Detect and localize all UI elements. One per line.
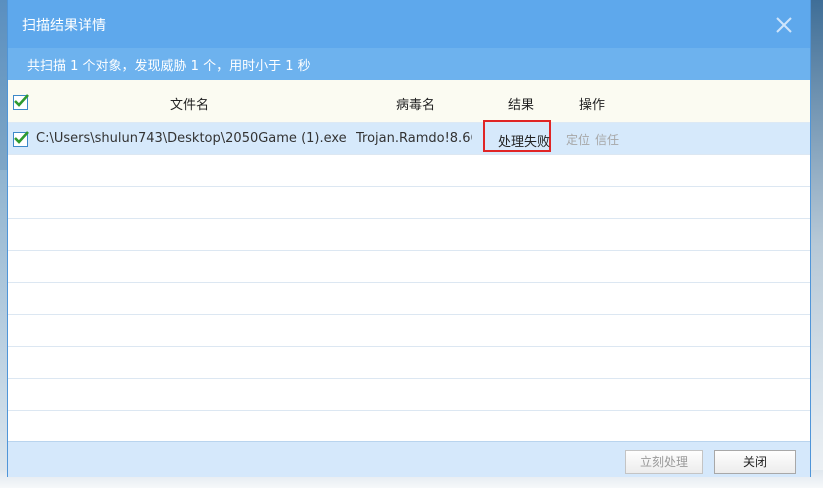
empty-row: [8, 155, 810, 187]
empty-row: [8, 315, 810, 347]
background-ice-right: [809, 0, 823, 488]
scan-result-dialog: 扫描结果详情 共扫描 1 个对象，发现威胁 1 个，用时小于 1 秒 文件名 病…: [8, 0, 810, 477]
empty-row: [8, 347, 810, 379]
close-button[interactable]: 关闭: [714, 450, 796, 474]
trust-link[interactable]: 信任: [595, 131, 619, 148]
column-filename[interactable]: 文件名: [170, 94, 209, 113]
table-row[interactable]: C:\Users\shulun743\Desktop\2050Game (1).…: [8, 120, 810, 155]
empty-row: [8, 411, 810, 442]
locate-link[interactable]: 定位: [566, 131, 590, 148]
table-header: 文件名 病毒名 结果 操作: [8, 80, 810, 123]
scan-summary-bar: 共扫描 1 个对象，发现威胁 1 个，用时小于 1 秒: [8, 48, 810, 80]
column-action[interactable]: 操作: [579, 94, 605, 113]
select-all-checkbox[interactable]: [13, 94, 29, 110]
row-filename: C:\Users\shulun743\Desktop\2050Game (1).…: [36, 131, 347, 146]
scan-summary-text: 共扫描 1 个对象，发现威胁 1 个，用时小于 1 秒: [27, 59, 311, 74]
empty-row: [8, 283, 810, 315]
row-virus-name: Trojan.Ramdo!8.66E: [356, 131, 472, 146]
row-checkbox[interactable]: [13, 131, 29, 147]
dialog-title: 扫描结果详情: [22, 18, 106, 34]
row-result: 处理失败: [498, 135, 551, 150]
dialog-footer: 立刻处理 关闭: [8, 441, 810, 477]
checkbox-checked-icon: [14, 94, 29, 107]
process-now-button[interactable]: 立刻处理: [625, 450, 703, 474]
title-bar: 扫描结果详情: [8, 0, 810, 48]
close-icon[interactable]: [773, 14, 795, 36]
empty-row: [8, 219, 810, 251]
column-virus-name[interactable]: 病毒名: [396, 94, 435, 113]
empty-row: [8, 187, 810, 219]
column-result[interactable]: 结果: [508, 94, 534, 113]
empty-row: [8, 379, 810, 411]
checkbox-checked-icon: [14, 131, 29, 144]
empty-row: [8, 251, 810, 283]
